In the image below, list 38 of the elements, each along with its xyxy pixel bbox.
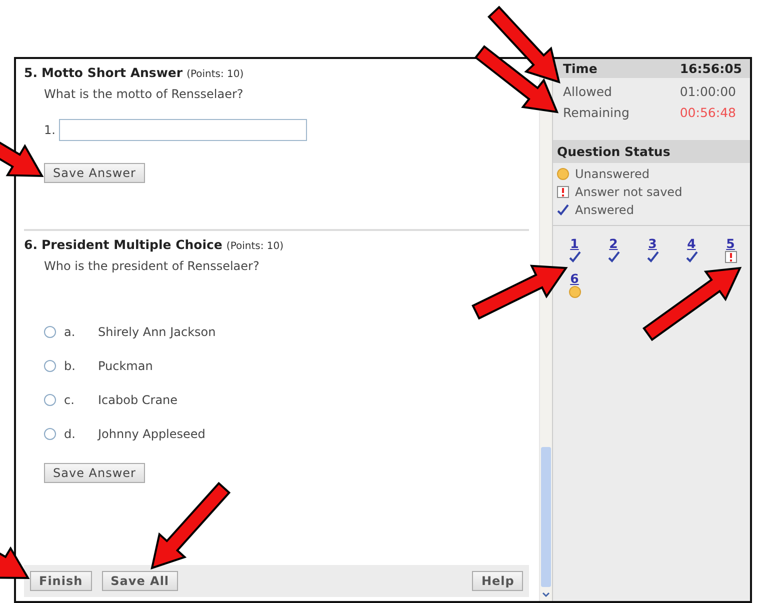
question-link[interactable]: 5: [726, 236, 735, 251]
legend-label: Answer not saved: [575, 185, 682, 199]
question-title: President Multiple Choice: [41, 237, 222, 252]
clock-text: 16:56:05: [680, 61, 742, 76]
legend-label: Answered: [575, 203, 634, 217]
time-label: Time: [563, 61, 598, 76]
question-link[interactable]: 3: [648, 236, 657, 251]
option-letter: d.: [64, 427, 76, 441]
option-letter: b.: [64, 359, 76, 373]
question-text: What is the motto of Rensselaer?: [44, 87, 244, 101]
option-text: Shirely Ann Jackson: [98, 325, 216, 339]
save-answer-button[interactable]: Save Answer: [44, 163, 145, 183]
answer-number: 1.: [44, 123, 56, 137]
option-text: Icabob Crane: [98, 393, 178, 407]
time-value: 01:00:00: [680, 84, 736, 99]
question-link[interactable]: 2: [609, 236, 618, 251]
question-number: 5.: [24, 65, 38, 80]
time-row-label: Allowed: [563, 84, 612, 99]
option-text: Johnny Appleseed: [98, 427, 206, 441]
save-answer-button[interactable]: Save Answer: [44, 463, 145, 483]
option-letter: a.: [64, 325, 76, 339]
question-title: Motto Short Answer: [41, 65, 183, 80]
status-heading: Question Status: [553, 140, 750, 163]
question-link[interactable]: 6: [570, 271, 579, 286]
help-button[interactable]: Help: [472, 571, 524, 591]
time-row-label: Remaining: [563, 105, 630, 120]
points-label: (Points: 10): [226, 241, 284, 252]
question-link[interactable]: 4: [687, 236, 696, 251]
question-link[interactable]: 1: [570, 236, 579, 251]
footer-button[interactable]: Save All: [102, 571, 178, 591]
question-number: 6.: [24, 237, 38, 252]
footer-button[interactable]: Finish: [30, 571, 92, 591]
option-text: Puckman: [98, 359, 153, 373]
option-letter: c.: [64, 393, 76, 407]
legend-label: Unanswered: [575, 167, 650, 181]
points-label: (Points: 10): [186, 69, 244, 80]
question-text: Who is the president of Rensselaer?: [44, 259, 260, 273]
time-value: 00:56:48: [680, 105, 736, 120]
